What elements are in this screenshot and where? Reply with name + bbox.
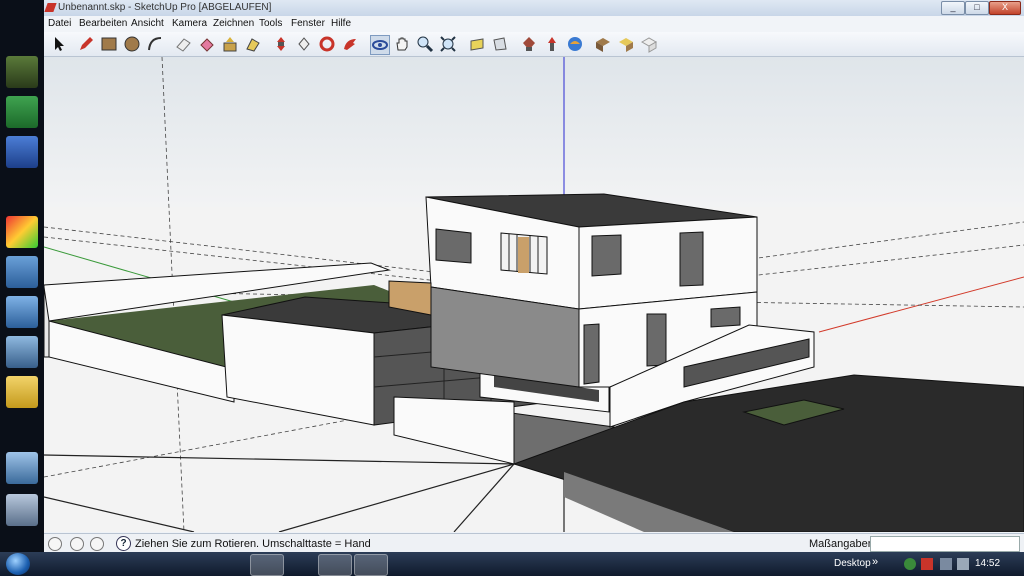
window-1	[435, 228, 472, 264]
zoom-icon[interactable]	[416, 35, 434, 53]
tray-icon-2[interactable]	[921, 558, 933, 570]
menu-fenster[interactable]: Fenster	[291, 18, 325, 29]
tray-icon-3[interactable]	[940, 558, 952, 570]
rotate-icon[interactable]	[295, 35, 313, 53]
chevron-icon[interactable]: »	[872, 556, 878, 568]
desktop-toolbar-label[interactable]: Desktop	[834, 558, 871, 569]
sketchup-app-icon	[44, 3, 57, 12]
wood-panel	[518, 237, 529, 273]
components-icon[interactable]	[617, 35, 635, 53]
push-pull-icon[interactable]	[221, 35, 239, 53]
credits-icon[interactable]	[70, 537, 84, 551]
menu-hilfe[interactable]: Hilfe	[331, 18, 351, 29]
user-folder-icon[interactable]	[6, 296, 38, 328]
sky	[44, 57, 1024, 207]
window-5	[646, 313, 667, 367]
sketchup-window: Unbenannt.skp - SketchUp Pro [ABGELAUFEN…	[44, 0, 1024, 553]
start-button[interactable]	[6, 553, 30, 575]
window-6	[710, 306, 741, 328]
rectangle-icon[interactable]	[100, 35, 118, 53]
modeling-viewport[interactable]	[44, 57, 1024, 532]
desktop-dock	[0, 0, 44, 552]
add-location-icon[interactable]	[468, 35, 486, 53]
minimize-button[interactable]: _	[941, 1, 965, 15]
status-bar: ? Ziehen Sie zum Rotieren. Umschalttaste…	[44, 533, 1024, 553]
taskbar: Desktop » 14:52	[0, 552, 1024, 576]
door	[583, 323, 600, 385]
taskbar-app-8[interactable]	[284, 554, 316, 574]
color-tools-icon[interactable]	[6, 216, 38, 248]
warehouse-icon[interactable]	[640, 35, 658, 53]
recycle-bin-icon[interactable]	[6, 494, 38, 526]
geolocation-icon[interactable]	[48, 537, 62, 551]
menu-ansicht[interactable]: Ansicht	[131, 18, 164, 29]
pencil-icon[interactable]	[77, 35, 95, 53]
computer-icon[interactable]	[6, 56, 38, 88]
taskbar-app-6[interactable]	[214, 554, 246, 574]
orbit-icon[interactable]	[370, 35, 390, 55]
select-icon[interactable]	[50, 35, 68, 53]
share-model-icon[interactable]	[543, 35, 561, 53]
menu-datei[interactable]: Datei	[48, 18, 71, 29]
menu-tools[interactable]: Tools	[259, 18, 282, 29]
paint-bucket-icon[interactable]	[198, 35, 216, 53]
place-model-icon[interactable]	[566, 35, 584, 53]
scene-svg	[44, 57, 1024, 532]
window-4	[679, 231, 704, 287]
window-3	[591, 234, 622, 277]
main-toolbar	[44, 32, 1024, 57]
clock[interactable]: 14:52	[975, 558, 1000, 569]
network-icon[interactable]	[6, 452, 38, 484]
window-title: Unbenannt.skp - SketchUp Pro [ABGELAUFEN…	[58, 2, 272, 13]
tray-icon-1[interactable]	[904, 558, 916, 570]
volume-icon[interactable]	[957, 558, 969, 570]
tape-measure-icon[interactable]	[341, 35, 359, 53]
title-bar[interactable]: Unbenannt.skp - SketchUp Pro [ABGELAUFEN…	[44, 0, 1024, 16]
excel-icon[interactable]	[6, 96, 38, 128]
arc-icon[interactable]	[146, 35, 164, 53]
menu-bearbeiten[interactable]: Bearbeiten	[79, 18, 127, 29]
menu-zeichnen[interactable]: Zeichnen	[213, 18, 254, 29]
pan-icon[interactable]	[393, 35, 411, 53]
move-icon[interactable]	[272, 35, 290, 53]
menu-bar: Datei Bearbeiten Ansicht Kamera Zeichnen…	[44, 16, 1024, 33]
taskbar-app-4[interactable]	[146, 554, 178, 574]
camera-folder-icon[interactable]	[6, 336, 38, 368]
get-models-icon[interactable]	[520, 35, 538, 53]
maximize-button[interactable]: □	[965, 1, 989, 15]
taskbar-app-2[interactable]	[79, 554, 111, 574]
zoom-extents-icon[interactable]	[439, 35, 457, 53]
menu-kamera[interactable]: Kamera	[172, 18, 207, 29]
measurements-label: Maßangaben	[809, 538, 874, 550]
taskbar-firefox[interactable]	[250, 554, 284, 576]
eraser-icon[interactable]	[174, 35, 192, 53]
toggle-terrain-icon[interactable]	[491, 35, 509, 53]
get-photo-texture-icon[interactable]	[594, 35, 612, 53]
taskbar-sketchup[interactable]	[318, 554, 352, 576]
taskbar-app-1[interactable]	[45, 554, 77, 574]
help-icon[interactable]: ?	[116, 536, 131, 551]
status-hint: Ziehen Sie zum Rotieren. Umschalttaste =…	[135, 538, 371, 550]
folder-icon[interactable]	[6, 376, 38, 408]
user-icon[interactable]	[90, 537, 104, 551]
taskbar-app-5[interactable]	[180, 554, 212, 574]
word-icon[interactable]	[6, 136, 38, 168]
taskbar-app-10[interactable]	[354, 554, 388, 576]
circle-icon[interactable]	[123, 35, 141, 53]
measurements-input[interactable]	[870, 536, 1020, 552]
follow-me-icon[interactable]	[244, 35, 262, 53]
close-button[interactable]: X	[989, 1, 1021, 15]
documents-icon[interactable]	[6, 256, 38, 288]
taskbar-app-3[interactable]	[112, 554, 144, 574]
offset-icon[interactable]	[318, 35, 336, 53]
